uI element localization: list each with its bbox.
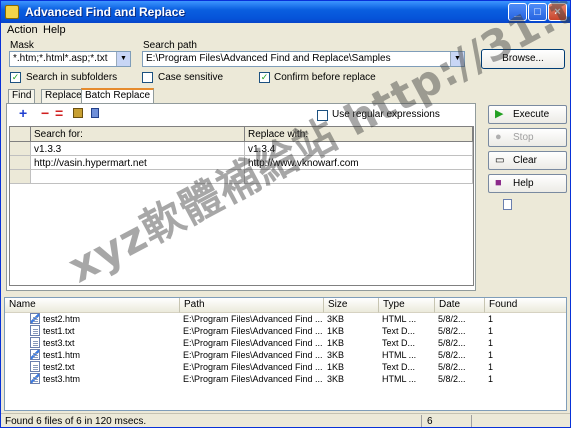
html-file-icon [30,313,40,324]
help-label: Help [513,178,534,189]
row-path: E:\Program Files\Advanced Find ... [183,326,323,336]
row-size: 3KB [327,350,345,360]
mask-combo[interactable]: *.htm;*.html*.asp;*.txt ▼ [9,51,131,67]
row-name: test1.txt [43,326,75,336]
mask-label: Mask [10,40,34,51]
row-found: 1 [488,350,494,360]
import-icon[interactable] [73,108,83,118]
row-path: E:\Program Files\Advanced Find ... [183,338,323,348]
row-found: 1 [488,326,494,336]
row-type: Text D... [382,326,416,336]
row-found: 1 [488,314,494,324]
row-path: E:\Program Files\Advanced Find ... [183,350,323,360]
search-subfolders-label: Search in subfolders [26,72,118,83]
remove-icon[interactable]: − [41,106,49,120]
grid-corner [10,127,31,142]
text-file-icon [30,361,40,372]
row-size: 1KB [327,338,345,348]
clear-button[interactable]: ▭ Clear [488,151,567,170]
stop-button[interactable]: ● Stop [488,128,567,147]
text-file-icon [30,325,40,336]
row-type: HTML ... [382,350,417,360]
col-header-found[interactable]: Found [485,298,566,313]
row-name: test2.htm [43,314,81,324]
col-header-name[interactable]: Name [5,298,180,313]
row-path: E:\Program Files\Advanced Find ... [183,314,323,324]
row-date: 5/8/2... [438,362,466,372]
grid-row-marker [10,170,31,184]
grid-header-search: Search for: [31,127,245,142]
document-icon [503,199,512,210]
row-found: 1 [488,374,494,384]
row-date: 5/8/2... [438,350,466,360]
row-name: test1.htm [43,350,81,360]
status-separator [471,415,472,427]
execute-button[interactable]: ▶ Execute [488,105,567,124]
results-list[interactable]: Name Path Size Type Date Found test2.htm… [4,297,567,411]
status-count: 6 [427,416,433,427]
status-separator [421,415,422,427]
app-window: Advanced Find and Replace _ □ × Action H… [0,0,571,428]
tab-batch-replace[interactable]: Batch Replace [81,88,155,103]
row-size: 3KB [327,374,345,384]
row-date: 5/8/2... [438,374,466,384]
row-name: test2.txt [43,362,75,372]
chevron-down-icon[interactable]: ▼ [116,52,130,66]
menu-help[interactable]: Help [43,24,66,36]
html-file-icon [30,373,40,384]
row-size: 1KB [327,362,345,372]
search-subfolders-checkbox[interactable]: ✓ [10,72,21,83]
col-header-type[interactable]: Type [379,298,435,313]
export-icon[interactable] [91,108,99,118]
clear-label: Clear [513,155,537,166]
case-sensitive-label: Case sensitive [158,72,224,83]
case-sensitive-checkbox[interactable] [142,72,153,83]
app-icon [5,5,19,19]
row-size: 3KB [327,314,345,324]
row-type: Text D... [382,362,416,372]
row-found: 1 [488,362,494,372]
search-path-value: E:\Program Files\Advanced Find and Repla… [146,53,391,64]
book-icon: ■ [495,177,502,189]
help-button[interactable]: ■ Help [488,174,567,193]
execute-label: Execute [513,109,550,120]
row-type: HTML ... [382,314,417,324]
row-path: E:\Program Files\Advanced Find ... [183,362,323,372]
row-type: Text D... [382,338,416,348]
row-date: 5/8/2... [438,314,466,324]
clear-icon: ▭ [495,155,505,166]
row-date: 5/8/2... [438,338,466,348]
menu-action[interactable]: Action [7,24,38,36]
add-icon[interactable]: + [19,106,27,120]
col-header-size[interactable]: Size [324,298,379,313]
row-path: E:\Program Files\Advanced Find ... [183,374,323,384]
col-header-path[interactable]: Path [180,298,324,313]
stop-icon: ● [495,131,502,143]
row-date: 5/8/2... [438,326,466,336]
status-message: Found 6 files of 6 in 120 msecs. [5,416,147,427]
tab-find[interactable]: Find [8,89,36,103]
confirm-replace-checkbox[interactable]: ✓ [259,72,270,83]
mask-value: *.htm;*.html*.asp;*.txt [13,53,108,64]
grid-cell-search[interactable]: v1.3.3 [31,142,245,156]
play-icon: ▶ [495,108,504,120]
stop-label: Stop [513,132,534,143]
row-found: 1 [488,338,494,348]
tab-replace[interactable]: Replace [41,89,86,103]
col-header-date[interactable]: Date [435,298,485,313]
row-name: test3.htm [43,374,81,384]
window-title: Advanced Find and Replace [25,5,186,19]
grid-row-marker [10,142,31,156]
row-type: HTML ... [382,374,417,384]
grid-row-marker [10,156,31,170]
text-file-icon [30,337,40,348]
row-name: test3.txt [43,338,75,348]
row-size: 1KB [327,326,345,336]
remove-all-icon[interactable]: = [55,106,63,120]
search-path-label: Search path [143,40,197,51]
status-bar: Found 6 files of 6 in 120 msecs. 6 [1,413,570,427]
html-file-icon [30,349,40,360]
